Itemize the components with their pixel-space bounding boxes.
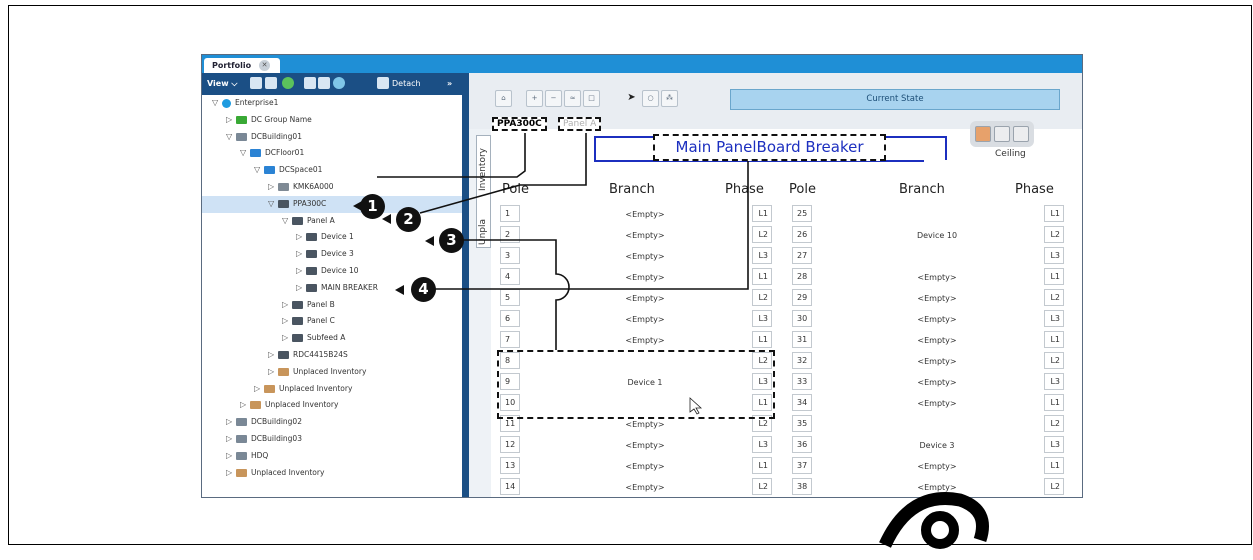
callout-4: 4 — [411, 277, 436, 302]
callout-2-arrow — [382, 214, 391, 224]
callout-4-arrow — [395, 285, 404, 295]
watermark-logo — [879, 492, 989, 549]
callout-3: 3 — [439, 228, 464, 253]
callout-lines — [377, 133, 749, 415]
callout-2: 2 — [396, 207, 421, 232]
callout-3-arrow — [425, 236, 434, 246]
